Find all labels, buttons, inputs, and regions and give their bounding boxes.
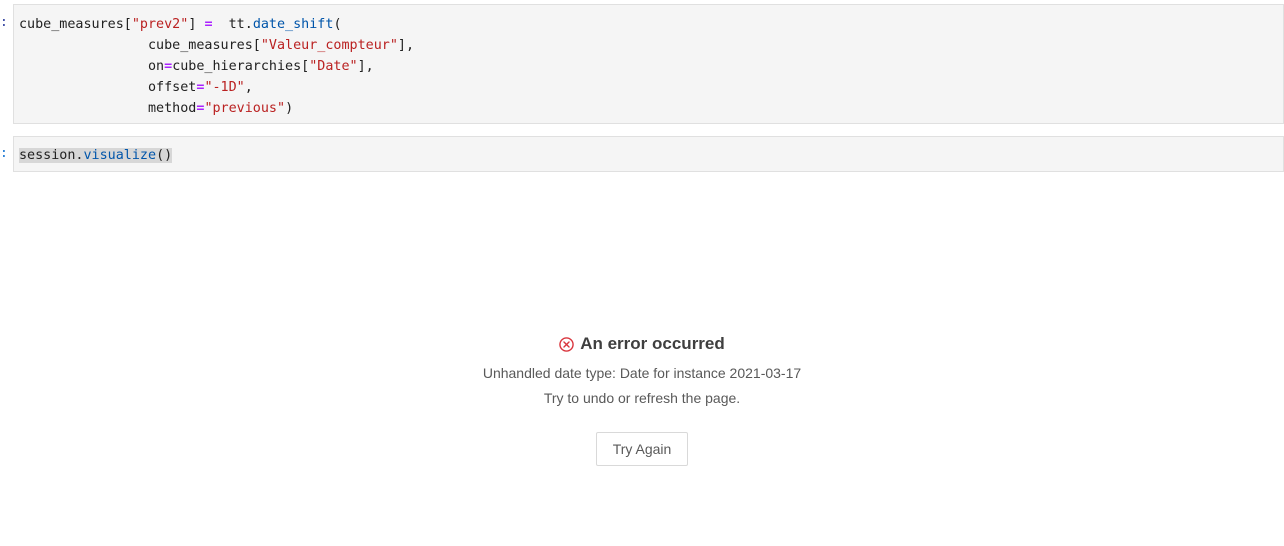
code-token: = — [204, 17, 213, 32]
code-token: "Date" — [309, 59, 358, 74]
code-token: "previous" — [204, 101, 286, 116]
code-input-area[interactable]: cube_measures["prev2"] = tt.date_shift( … — [13, 4, 1284, 124]
code-token: on — [19, 59, 165, 74]
code-token: "-1D" — [204, 80, 245, 95]
code-cell-1[interactable]: : cube_measures["prev2"] = tt.date_shift… — [0, 4, 1284, 124]
code-line[interactable]: cube_measures["Valeur_compteur"], — [19, 35, 1283, 56]
code-token: method — [19, 101, 197, 116]
error-hint: Try to undo or refresh the page. — [543, 389, 741, 406]
code-token: visualize — [83, 148, 157, 163]
code-token: () — [156, 148, 173, 163]
code-token: cube_measures[ — [19, 38, 261, 53]
cell-prompt: : — [0, 15, 8, 30]
code-line[interactable]: on=cube_hierarchies["Date"], — [19, 56, 1283, 77]
try-again-button[interactable]: Try Again — [596, 431, 688, 466]
code-token: ], — [357, 59, 374, 74]
code-line[interactable]: offset="-1D", — [19, 77, 1283, 98]
code-line[interactable]: method="previous") — [19, 98, 1283, 119]
code-token: date_shift — [252, 17, 334, 32]
error-panel: An error occurred Unhandled date type: D… — [0, 332, 1284, 466]
code-token: tt. — [212, 17, 253, 32]
code-cell-2[interactable]: : session.visualize() — [0, 136, 1284, 172]
error-heading: An error occurred — [559, 332, 725, 356]
code-editor[interactable]: session.visualize() — [19, 145, 1283, 166]
code-token: ], — [397, 38, 415, 53]
error-title: An error occurred — [580, 334, 725, 353]
code-token: = — [164, 59, 173, 74]
code-line[interactable]: session.visualize() — [19, 145, 1283, 166]
code-token: "prev2" — [131, 17, 189, 32]
code-token: "Valeur_compteur" — [260, 38, 398, 53]
code-token: cube_measures[ — [19, 17, 132, 32]
code-input-area[interactable]: session.visualize() — [13, 136, 1284, 172]
code-line[interactable]: cube_measures["prev2"] = tt.date_shift( — [19, 14, 1283, 35]
code-token: ) — [285, 101, 294, 116]
code-token: cube_hierarchies[ — [172, 59, 310, 74]
error-message: Unhandled date type: Date for instance 2… — [482, 364, 802, 381]
code-token: offset — [19, 80, 197, 95]
code-token: , — [244, 80, 253, 95]
code-token: session. — [19, 148, 84, 163]
close-circle-icon — [559, 336, 574, 352]
cell-prompt: : — [0, 146, 8, 161]
code-token: ] — [188, 17, 205, 32]
code-token: ( — [333, 17, 342, 32]
code-editor[interactable]: cube_measures["prev2"] = tt.date_shift( … — [19, 14, 1283, 119]
selected-code[interactable]: session.visualize() — [19, 148, 173, 163]
